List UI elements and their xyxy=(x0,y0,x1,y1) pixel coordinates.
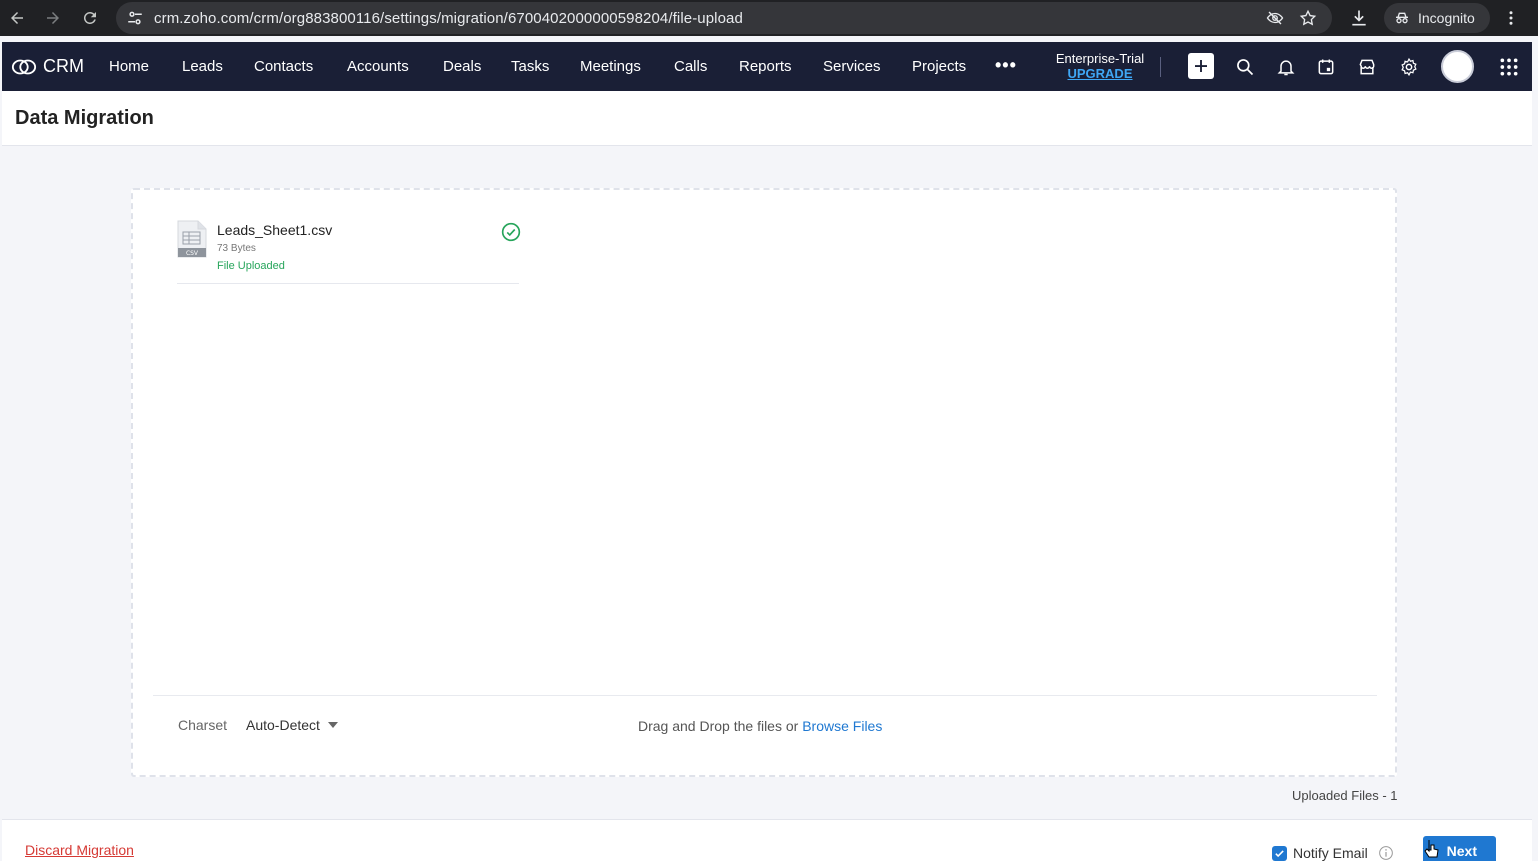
charset-value: Auto-Detect xyxy=(246,717,320,733)
notify-email-checkbox[interactable] xyxy=(1272,845,1287,861)
info-icon[interactable] xyxy=(1378,845,1394,861)
settings-gear-icon[interactable] xyxy=(1399,57,1419,77)
panel-divider xyxy=(153,695,1377,696)
apps-grid-icon[interactable] xyxy=(1499,57,1519,77)
nav-leads[interactable]: Leads xyxy=(182,58,223,75)
forward-arrow-icon[interactable] xyxy=(41,6,65,30)
nav-accounts[interactable]: Accounts xyxy=(347,58,409,75)
nav-services[interactable]: Services xyxy=(823,58,881,75)
upload-success-check-icon xyxy=(501,222,521,242)
bookmark-star-icon[interactable] xyxy=(1299,9,1317,27)
nav-deals[interactable]: Deals xyxy=(443,58,481,75)
file-drop-zone[interactable]: CSV Leads_Sheet1.csv 73 Bytes File Uploa… xyxy=(131,188,1397,777)
user-avatar[interactable] xyxy=(1441,50,1474,83)
nav-divider xyxy=(1160,57,1161,77)
crm-logo[interactable]: CRM xyxy=(11,56,84,77)
back-arrow-icon[interactable] xyxy=(5,6,29,30)
upgrade-link[interactable]: UPGRADE xyxy=(1052,66,1148,81)
incognito-badge[interactable]: Incognito xyxy=(1384,3,1490,33)
nav-meetings[interactable]: Meetings xyxy=(580,58,641,75)
page-header: Data Migration xyxy=(2,91,1532,146)
browse-files-link[interactable]: Browse Files xyxy=(802,718,882,734)
drop-hint: Drag and Drop the files or Browse Files xyxy=(638,718,882,734)
mouse-pointer-icon xyxy=(1424,840,1439,858)
reload-icon[interactable] xyxy=(78,6,102,30)
notify-email-option: Notify Email xyxy=(1272,845,1394,861)
file-status: File Uploaded xyxy=(217,260,285,272)
calendar-icon[interactable] xyxy=(1316,57,1336,77)
site-info-icon[interactable] xyxy=(126,9,144,27)
incognito-icon xyxy=(1396,12,1408,24)
nav-calls[interactable]: Calls xyxy=(674,58,707,75)
browser-toolbar: crm.zoho.com/crm/org883800116/settings/m… xyxy=(0,0,1538,36)
notify-email-label: Notify Email xyxy=(1293,845,1368,861)
nav-more-button[interactable]: ••• xyxy=(995,55,1017,76)
csv-badge-text: CSV xyxy=(186,250,199,257)
uploaded-file-item: CSV Leads_Sheet1.csv 73 Bytes File Uploa… xyxy=(177,218,521,284)
crm-logo-text: CRM xyxy=(43,56,84,76)
uploaded-files-count: Uploaded Files - 1 xyxy=(1292,788,1398,803)
plus-icon xyxy=(1195,60,1207,72)
nav-tasks[interactable]: Tasks xyxy=(511,58,549,75)
next-button-label: Next xyxy=(1446,843,1477,859)
browser-menu-icon[interactable] xyxy=(1502,8,1520,28)
nav-contacts[interactable]: Contacts xyxy=(254,58,313,75)
address-bar[interactable]: crm.zoho.com/crm/org883800116/settings/m… xyxy=(116,2,1332,34)
url-text: crm.zoho.com/crm/org883800116/settings/m… xyxy=(154,10,743,27)
nav-projects[interactable]: Projects xyxy=(912,58,966,75)
footer-actions: Discard Migration Notify Email Next xyxy=(2,819,1532,861)
bell-icon[interactable] xyxy=(1276,57,1296,77)
incognito-label: Incognito xyxy=(1418,10,1475,26)
nav-reports[interactable]: Reports xyxy=(739,58,792,75)
eye-off-icon[interactable] xyxy=(1266,9,1284,27)
checkmark-icon xyxy=(1275,849,1284,857)
charset-dropdown[interactable]: Auto-Detect xyxy=(246,717,338,733)
nav-home[interactable]: Home xyxy=(109,58,149,75)
page-title: Data Migration xyxy=(15,107,154,129)
caret-down-icon xyxy=(327,722,338,728)
charset-label: Charset xyxy=(178,717,228,733)
drop-hint-text: Drag and Drop the files or xyxy=(638,718,799,734)
zoho-crm-logo-icon xyxy=(11,59,37,74)
page: crm.zoho.com/crm/org883800116/settings/m… xyxy=(0,0,1538,861)
file-size: 73 Bytes xyxy=(217,243,256,254)
marketplace-icon[interactable] xyxy=(1357,57,1377,77)
crm-top-nav: CRM Home Leads Contacts Accounts Deals T… xyxy=(2,42,1532,91)
plan-info: Enterprise-Trial UPGRADE xyxy=(1052,51,1148,81)
file-name: Leads_Sheet1.csv xyxy=(217,222,333,238)
discard-migration-link[interactable]: Discard Migration xyxy=(25,842,134,858)
quick-create-button[interactable] xyxy=(1188,53,1214,79)
plan-name: Enterprise-Trial xyxy=(1055,51,1145,66)
search-icon[interactable] xyxy=(1235,57,1255,77)
csv-file-icon: CSV xyxy=(177,220,207,258)
download-icon[interactable] xyxy=(1349,8,1369,28)
